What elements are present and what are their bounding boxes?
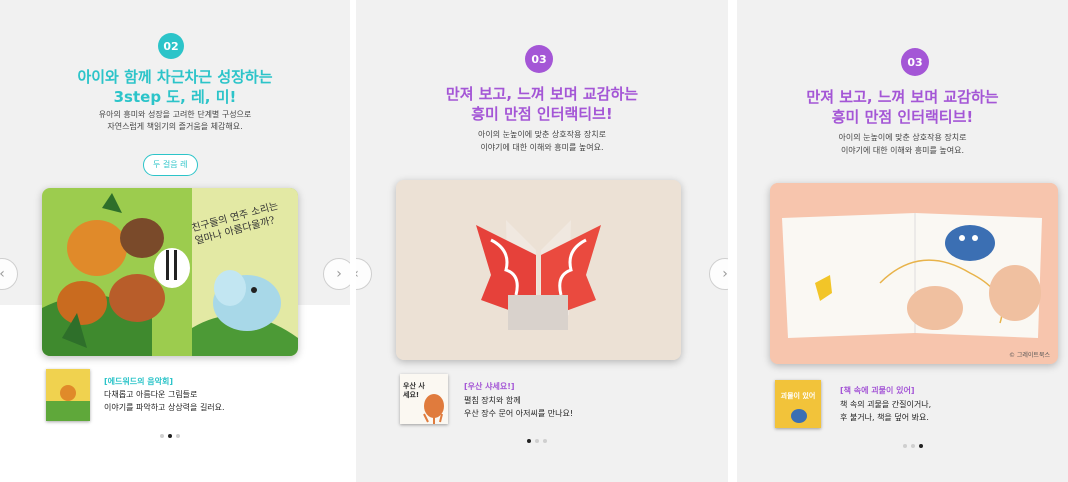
pagination-dot-2[interactable] — [535, 439, 539, 443]
interactive-book-photo: © 그레이트북스 — [770, 183, 1058, 364]
panel-heading-line-2: 흥미 만점 인터랙티브! — [471, 105, 613, 123]
pagination-dot-1[interactable] — [160, 434, 164, 438]
book-title: [책 속에 괴물이 있어] — [840, 386, 915, 395]
panel-description-line-1: 아이의 눈높이에 맞춘 상호작용 장치로 — [838, 133, 967, 142]
panel-heading-line-1: 만져 보고, 느껴 보며 교감하는 — [806, 88, 999, 106]
step-badge: 03 — [525, 45, 553, 73]
octopus-art — [423, 394, 444, 424]
pagination-dot-2[interactable] — [911, 444, 915, 448]
photo-watermark: © 그레이트북스 — [1008, 352, 1050, 359]
open-book-art — [770, 183, 1058, 364]
book-title: [우산 샤세요!] — [464, 382, 515, 391]
book-cover-thumbnail[interactable] — [46, 369, 90, 421]
panel-heading-line-2: 3step 도, 레, 미! — [113, 88, 237, 106]
chevron-right-icon: › — [336, 266, 342, 282]
panel-description-line-2: 자연스럽게 책읽기의 즐거움을 체감해요. — [107, 122, 243, 131]
chevron-left-icon: ‹ — [0, 266, 5, 282]
panel-heading-line-1: 만져 보고, 느껴 보며 교감하는 — [445, 85, 639, 103]
book-cover-art — [46, 369, 90, 421]
step-badge: 02 — [158, 33, 184, 59]
panel-description-line-2: 이야기에 대한 이해와 흥미를 높여요. — [840, 146, 965, 155]
pagination-dot-1[interactable] — [903, 444, 907, 448]
carousel-panel-step-03-a: 03 만져 보고, 느껴 보며 교감하는 흥미 만점 인터랙티브! 아이의 눈높… — [356, 0, 728, 482]
panel-heading-line-1: 아이와 함께 차근차근 성장하는 — [77, 68, 273, 86]
pagination-dot-2-active[interactable] — [168, 434, 172, 438]
book-description: 책 속의 괴물을 간질이거나, 후 불거나, 책을 덮어 봐요. — [840, 400, 932, 422]
chevron-right-icon: › — [722, 266, 728, 282]
book-description: 다채롭고 아름다운 그림들로 이야기를 파악하고 상상력을 길러요. — [104, 390, 225, 412]
popup-book-image — [396, 180, 681, 360]
book-cover-thumbnail[interactable]: 우산 사세요! — [400, 374, 448, 424]
pagination-dot-3-active[interactable] — [919, 444, 923, 448]
carousel-panel-step-03-b: 03 만져 보고, 느껴 보며 교감하는 흥미 만점 인터랙티브! 아이의 눈높… — [737, 0, 1068, 482]
step-badge: 03 — [901, 48, 929, 76]
book-cover-thumbnail[interactable]: 괴물이 있어 — [775, 380, 821, 428]
monster-art — [791, 409, 807, 423]
carousel-prev-arrow[interactable]: ‹ — [356, 258, 372, 290]
pagination-dot-1-active[interactable] — [527, 439, 531, 443]
book-illustration-image: 친구들의 연주 소리는 얼마나 아름다울까? — [42, 188, 298, 356]
pagination-dot-3[interactable] — [176, 434, 180, 438]
carousel-next-arrow[interactable]: › — [709, 258, 728, 290]
step-option-pill[interactable]: 두 걸음 레 — [143, 154, 198, 176]
popup-book-art — [396, 180, 681, 360]
panel-description-line-1: 아이의 눈높이에 맞춘 상호작용 장치로 — [478, 130, 606, 139]
chevron-left-icon: ‹ — [356, 266, 359, 282]
pagination-dot-3[interactable] — [543, 439, 547, 443]
carousel-pagination — [527, 439, 547, 443]
carousel-panel-step-02: 02 아이와 함께 차근차근 성장하는 3step 도, 레, 미! 유아의 흥… — [0, 0, 350, 482]
carousel-pagination — [160, 434, 180, 438]
panel-description-line-2: 이야기에 대한 이해와 흥미를 높여요. — [480, 143, 604, 152]
panel-heading-line-2: 흥미 만점 인터랙티브! — [831, 108, 974, 126]
carousel-pagination — [903, 444, 923, 448]
carousel-next-arrow[interactable]: › — [323, 258, 350, 290]
book-description: 펼침 장치와 함께 우산 장수 문어 아저씨를 만나요! — [464, 396, 574, 418]
book-title: [에드워드의 음악회] — [104, 377, 173, 386]
panel-description-line-1: 유아의 흥미와 성장을 고려한 단계별 구성으로 — [98, 110, 252, 119]
